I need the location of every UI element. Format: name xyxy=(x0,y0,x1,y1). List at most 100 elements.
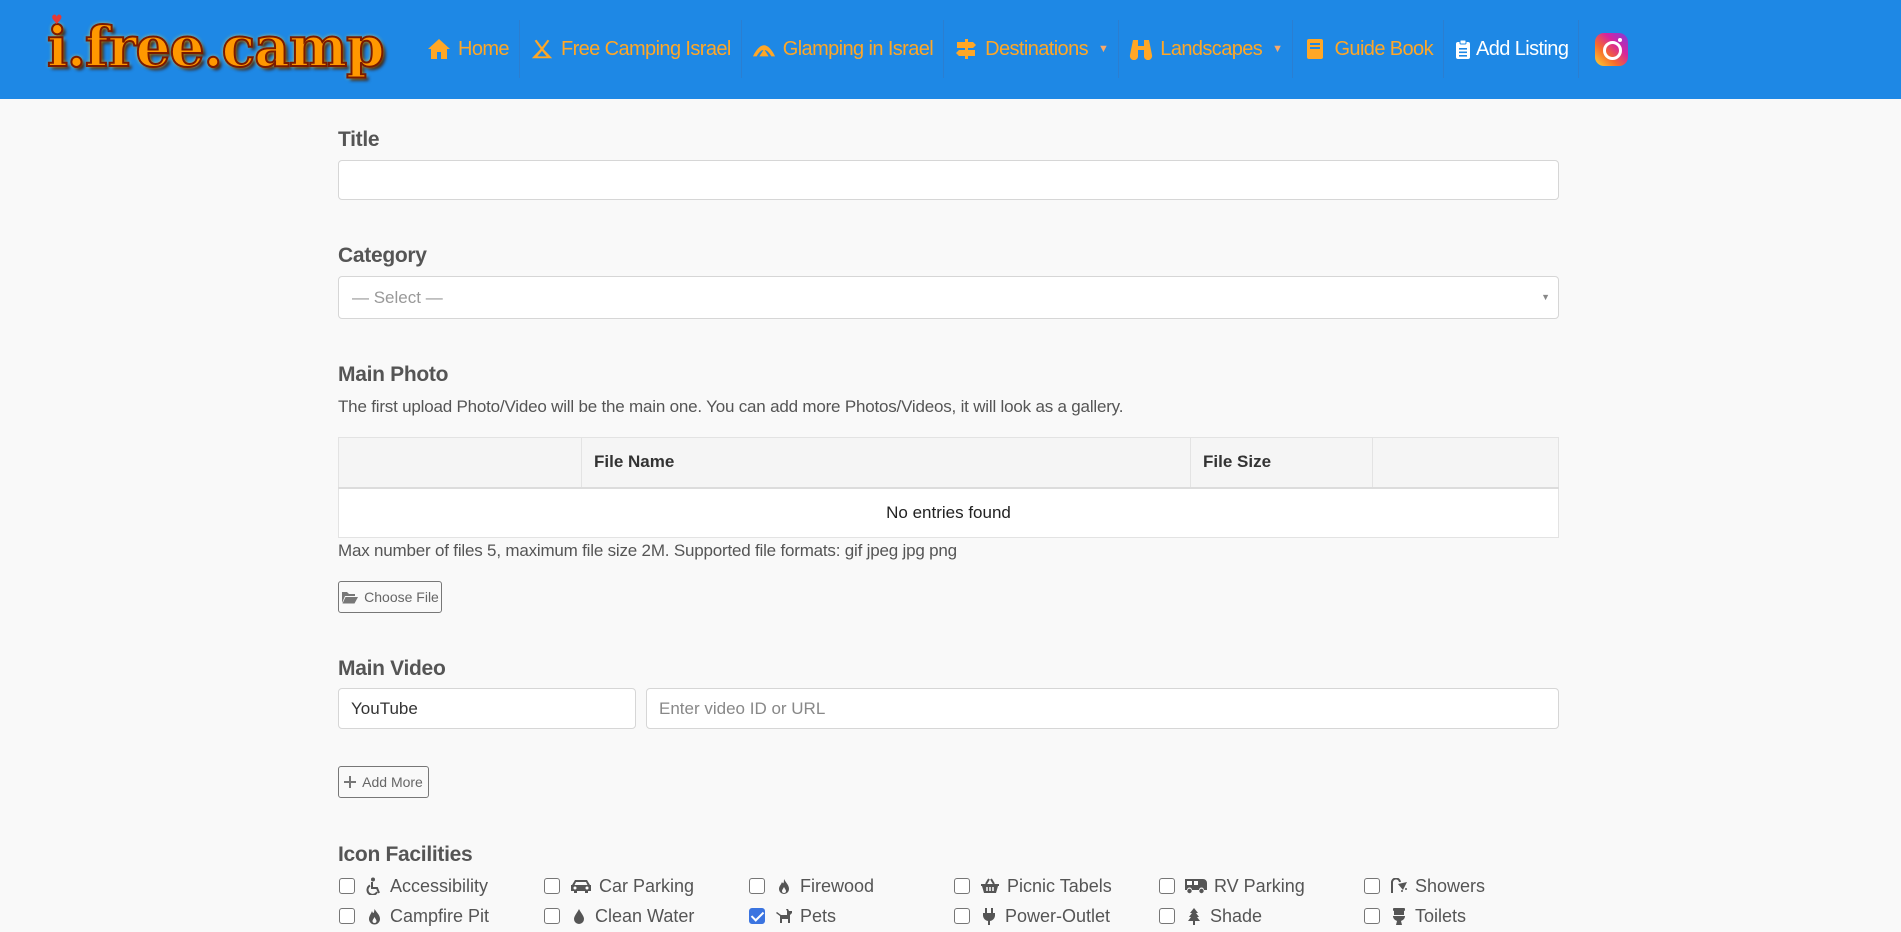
main-photo-label: Main Photo xyxy=(338,363,449,386)
column-header-preview xyxy=(338,437,582,489)
book-icon xyxy=(1303,37,1327,61)
facility-campfire-pit[interactable]: Campfire Pit xyxy=(339,904,489,928)
facility-label: Toilets xyxy=(1415,905,1467,926)
main-video-label: Main Video xyxy=(338,657,446,680)
facility-label: Clean Water xyxy=(595,905,695,926)
facility-label: Shade xyxy=(1210,905,1263,926)
facility-firewood[interactable]: Firewood xyxy=(749,874,874,898)
icon-facilities-label: Icon Facilities xyxy=(338,843,473,866)
category-selected-value: — Select — xyxy=(352,287,443,307)
plus-icon xyxy=(344,776,357,788)
choose-file-label: Choose File xyxy=(364,589,439,605)
picnic-tabels-checkbox[interactable] xyxy=(954,878,970,894)
facility-showers[interactable]: Showers xyxy=(1364,874,1485,898)
nav-landscapes[interactable]: Landscapes ▼ xyxy=(1119,20,1294,78)
facility-label: Showers xyxy=(1415,875,1486,896)
accessibility-checkbox[interactable] xyxy=(339,878,355,894)
chevron-down-icon: ▼ xyxy=(1098,43,1109,55)
facility-clean-water[interactable]: Clean Water xyxy=(544,904,694,928)
title-input[interactable] xyxy=(338,160,1559,200)
facility-label: Accessibility xyxy=(390,875,489,896)
column-header-file-name: File Name xyxy=(581,437,1191,489)
logo-text: i.free.camp xyxy=(46,13,386,80)
facility-car-parking[interactable]: Car Parking xyxy=(544,874,694,898)
shower-icon xyxy=(1389,876,1409,896)
rv-icon xyxy=(1184,876,1208,896)
facility-power-outlet[interactable]: Power-Outlet xyxy=(954,904,1110,928)
car-parking-checkbox[interactable] xyxy=(544,878,560,894)
video-provider-value: YouTube xyxy=(351,698,418,718)
site-logo[interactable]: ♥ i.free.camp xyxy=(46,13,386,80)
nav-add-listing-label: Add Listing xyxy=(1475,37,1569,60)
power-outlet-checkbox[interactable] xyxy=(954,908,970,924)
clean-water-checkbox[interactable] xyxy=(544,908,560,924)
category-select[interactable]: — Select — ▼ xyxy=(338,276,1559,319)
add-more-label: Add More xyxy=(362,774,423,790)
choose-file-button[interactable]: Choose File xyxy=(338,581,442,613)
chevron-down-icon: ▼ xyxy=(1272,43,1283,55)
facility-label: Pets xyxy=(800,905,837,926)
facility-pets[interactable]: Pets xyxy=(749,904,836,928)
rv-parking-checkbox[interactable] xyxy=(1159,878,1175,894)
video-url-input[interactable] xyxy=(646,688,1559,729)
fire-icon xyxy=(774,876,794,896)
add-more-button[interactable]: Add More xyxy=(338,766,429,798)
nav-home[interactable]: Home xyxy=(417,20,520,78)
nav-glamping-label: Glamping in Israel xyxy=(782,37,934,60)
flame-icon xyxy=(364,906,384,926)
facility-picnic-tabels[interactable]: Picnic Tabels xyxy=(954,874,1112,898)
nav-free-camping-label: Free Camping Israel xyxy=(560,37,731,60)
basket-icon xyxy=(979,876,1001,896)
nav-home-label: Home xyxy=(458,37,510,60)
video-provider-select[interactable]: YouTube xyxy=(338,688,636,729)
column-header-actions xyxy=(1372,437,1559,489)
column-header-file-size: File Size xyxy=(1190,437,1373,489)
glamping-tent-icon xyxy=(752,37,776,61)
signpost-icon xyxy=(954,37,978,61)
showers-checkbox[interactable] xyxy=(1364,878,1380,894)
toilet-icon xyxy=(1389,906,1409,926)
title-label: Title xyxy=(338,128,380,151)
folder-open-icon xyxy=(341,591,359,604)
facility-label: Firewood xyxy=(800,875,875,896)
pets-checkbox[interactable] xyxy=(749,908,765,924)
facility-label: RV Parking xyxy=(1214,875,1305,896)
caret-down-icon: ▼ xyxy=(1541,292,1550,302)
facility-label: Car Parking xyxy=(599,875,695,896)
car-icon xyxy=(569,876,593,896)
facility-rv-parking[interactable]: RV Parking xyxy=(1159,874,1305,898)
nav-add-listing[interactable]: Add Listing xyxy=(1444,20,1580,78)
nav-guide-book[interactable]: Guide Book xyxy=(1293,20,1444,78)
campfire-pit-checkbox[interactable] xyxy=(339,908,355,924)
droplet-icon xyxy=(569,906,589,926)
facility-label: Campfire Pit xyxy=(390,905,490,926)
nav-glamping-israel[interactable]: Glamping in Israel xyxy=(742,20,945,78)
facility-label: Power-Outlet xyxy=(1005,905,1111,926)
top-navbar: ♥ i.free.camp Home Free Camping Israel G… xyxy=(0,0,1901,99)
table-row: No entries found xyxy=(338,487,1559,538)
main-photo-help: The first upload Photo/Video will be the… xyxy=(338,397,1124,416)
empty-table-message: No entries found xyxy=(338,487,1559,538)
toilets-checkbox[interactable] xyxy=(1364,908,1380,924)
tree-icon xyxy=(1184,906,1204,926)
facility-accessibility[interactable]: Accessibility xyxy=(339,874,488,898)
firewood-checkbox[interactable] xyxy=(749,878,765,894)
binoculars-icon xyxy=(1129,37,1153,61)
nav-destinations[interactable]: Destinations ▼ xyxy=(944,20,1120,78)
facility-toilets[interactable]: Toilets xyxy=(1364,904,1466,928)
facility-shade[interactable]: Shade xyxy=(1159,904,1262,928)
shade-checkbox[interactable] xyxy=(1159,908,1175,924)
home-icon xyxy=(427,37,451,61)
nav-destinations-label: Destinations xyxy=(985,37,1088,60)
heart-icon: ♥ xyxy=(51,13,63,28)
plug-icon xyxy=(979,906,999,926)
files-table-header: File Name File Size xyxy=(338,437,1559,489)
nav-instagram[interactable] xyxy=(1579,20,1644,78)
nav-landscapes-label: Landscapes xyxy=(1160,37,1263,60)
nav-free-camping-israel[interactable]: Free Camping Israel xyxy=(520,20,742,78)
dog-icon xyxy=(774,906,794,926)
main-menu: Home Free Camping Israel Glamping in Isr… xyxy=(417,20,1644,78)
facility-label: Picnic Tabels xyxy=(1007,875,1112,896)
wheelchair-icon xyxy=(364,876,384,896)
nav-guide-book-label: Guide Book xyxy=(1334,37,1433,60)
